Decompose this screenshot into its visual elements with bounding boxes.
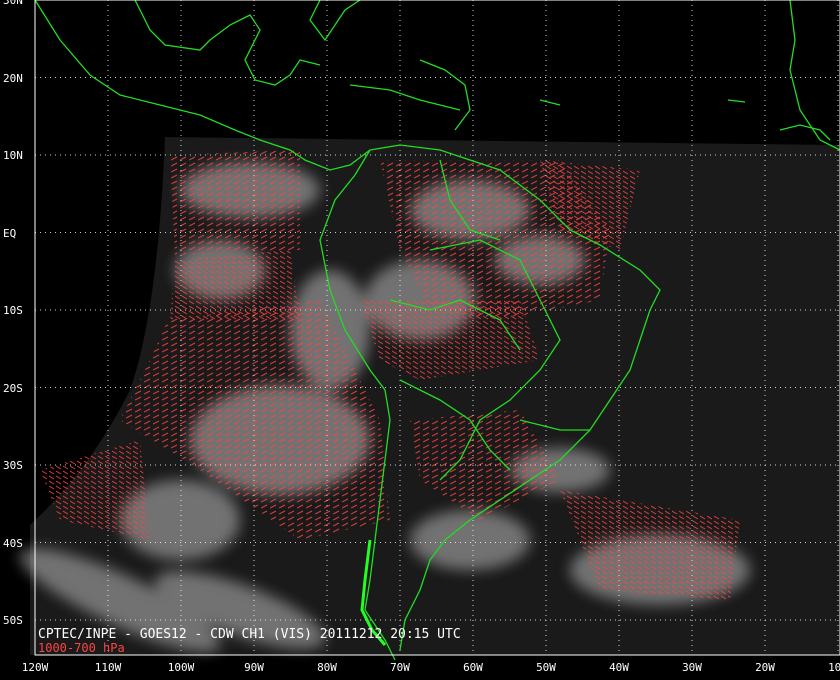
longitude-label: 60W bbox=[463, 661, 483, 674]
image-title: CPTEC/INPE - GOES12 - CDW CH1 (VIS) 2011… bbox=[38, 627, 461, 642]
latitude-label: 30S bbox=[3, 459, 23, 472]
longitude-label: 20W bbox=[755, 661, 775, 674]
latitude-label: 20S bbox=[3, 381, 23, 395]
latitude-label: 10N bbox=[3, 149, 23, 162]
latitude-label: 40S bbox=[3, 536, 23, 550]
latitude-label: 50S bbox=[3, 614, 23, 627]
latitude-label: 20N bbox=[3, 71, 23, 85]
longitude-label: 50W bbox=[536, 661, 556, 674]
longitude-label: 10W bbox=[828, 661, 840, 674]
longitude-label: 100W bbox=[167, 661, 195, 674]
latitude-label: 30N bbox=[3, 0, 23, 7]
longitude-label: 40W bbox=[609, 661, 629, 674]
longitude-label: 80W bbox=[317, 661, 337, 674]
latitude-label: EQ bbox=[3, 226, 17, 240]
longitude-label: 120W bbox=[21, 661, 49, 674]
longitude-label: 110W bbox=[94, 661, 122, 674]
longitude-label: 90W bbox=[244, 661, 264, 674]
longitude-label: 70W bbox=[390, 661, 410, 674]
pressure-layer-label: 1000-700 hPa bbox=[38, 641, 125, 655]
longitude-label: 30W bbox=[682, 661, 702, 674]
latitude-label: 10S bbox=[3, 304, 23, 317]
satellite-map bbox=[19, 0, 840, 661]
